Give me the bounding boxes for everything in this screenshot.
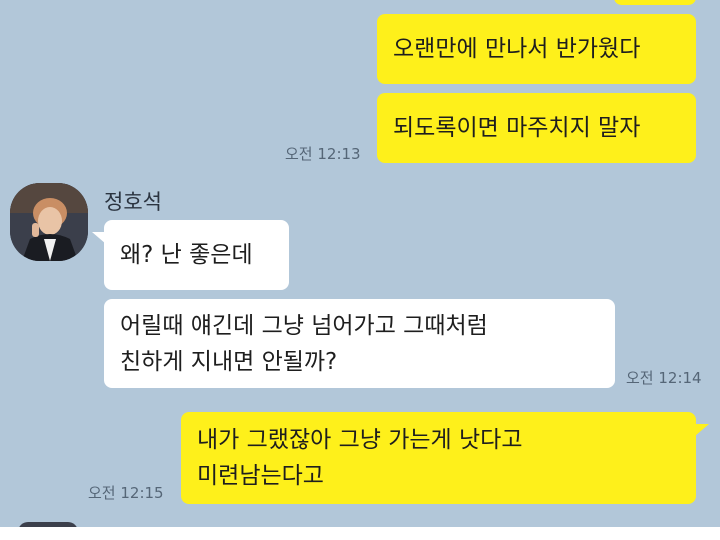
sender-avatar[interactable] — [10, 183, 88, 261]
message-text: 오랜만에 만나서 반가웠다 — [393, 36, 641, 62]
message-text: 왜? 난 좋은데 — [120, 242, 253, 268]
message-timestamp: 오전 12:13 — [285, 145, 361, 163]
message-text: 되도록이면 마주치지 말자 — [393, 115, 641, 141]
their-message-bubble[interactable]: 왜? 난 좋은데 — [104, 220, 289, 290]
sender-name: 정호석 — [104, 190, 162, 214]
message-text-line: 내가 그랬잖아 그냥 가는게 낫다고 — [197, 427, 523, 453]
message-text-line: 친하게 지내면 안될까? — [120, 349, 338, 375]
previous-message-bubble[interactable] — [614, 0, 696, 5]
message-text-line: 미련남는다고 — [197, 463, 324, 489]
message-timestamp: 오전 12:14 — [626, 369, 702, 387]
my-message-bubble[interactable]: 오랜만에 만나서 반가웠다 — [377, 14, 696, 84]
profile-photo — [10, 183, 88, 261]
bubble-tail — [695, 424, 709, 436]
message-text-line: 어릴때 얘긴데 그냥 넘어가고 그때처럼 — [120, 313, 488, 339]
my-message-bubble[interactable]: 내가 그랬잖아 그냥 가는게 낫다고 미련남는다고 — [181, 412, 696, 504]
their-message-bubble[interactable]: 어릴때 얘긴데 그냥 넘어가고 그때처럼 친하게 지내면 안될까? — [104, 299, 615, 388]
message-timestamp: 오전 12:15 — [88, 484, 164, 502]
bottom-edge — [0, 527, 720, 540]
my-message-bubble[interactable]: 되도록이면 마주치지 말자 — [377, 93, 696, 163]
